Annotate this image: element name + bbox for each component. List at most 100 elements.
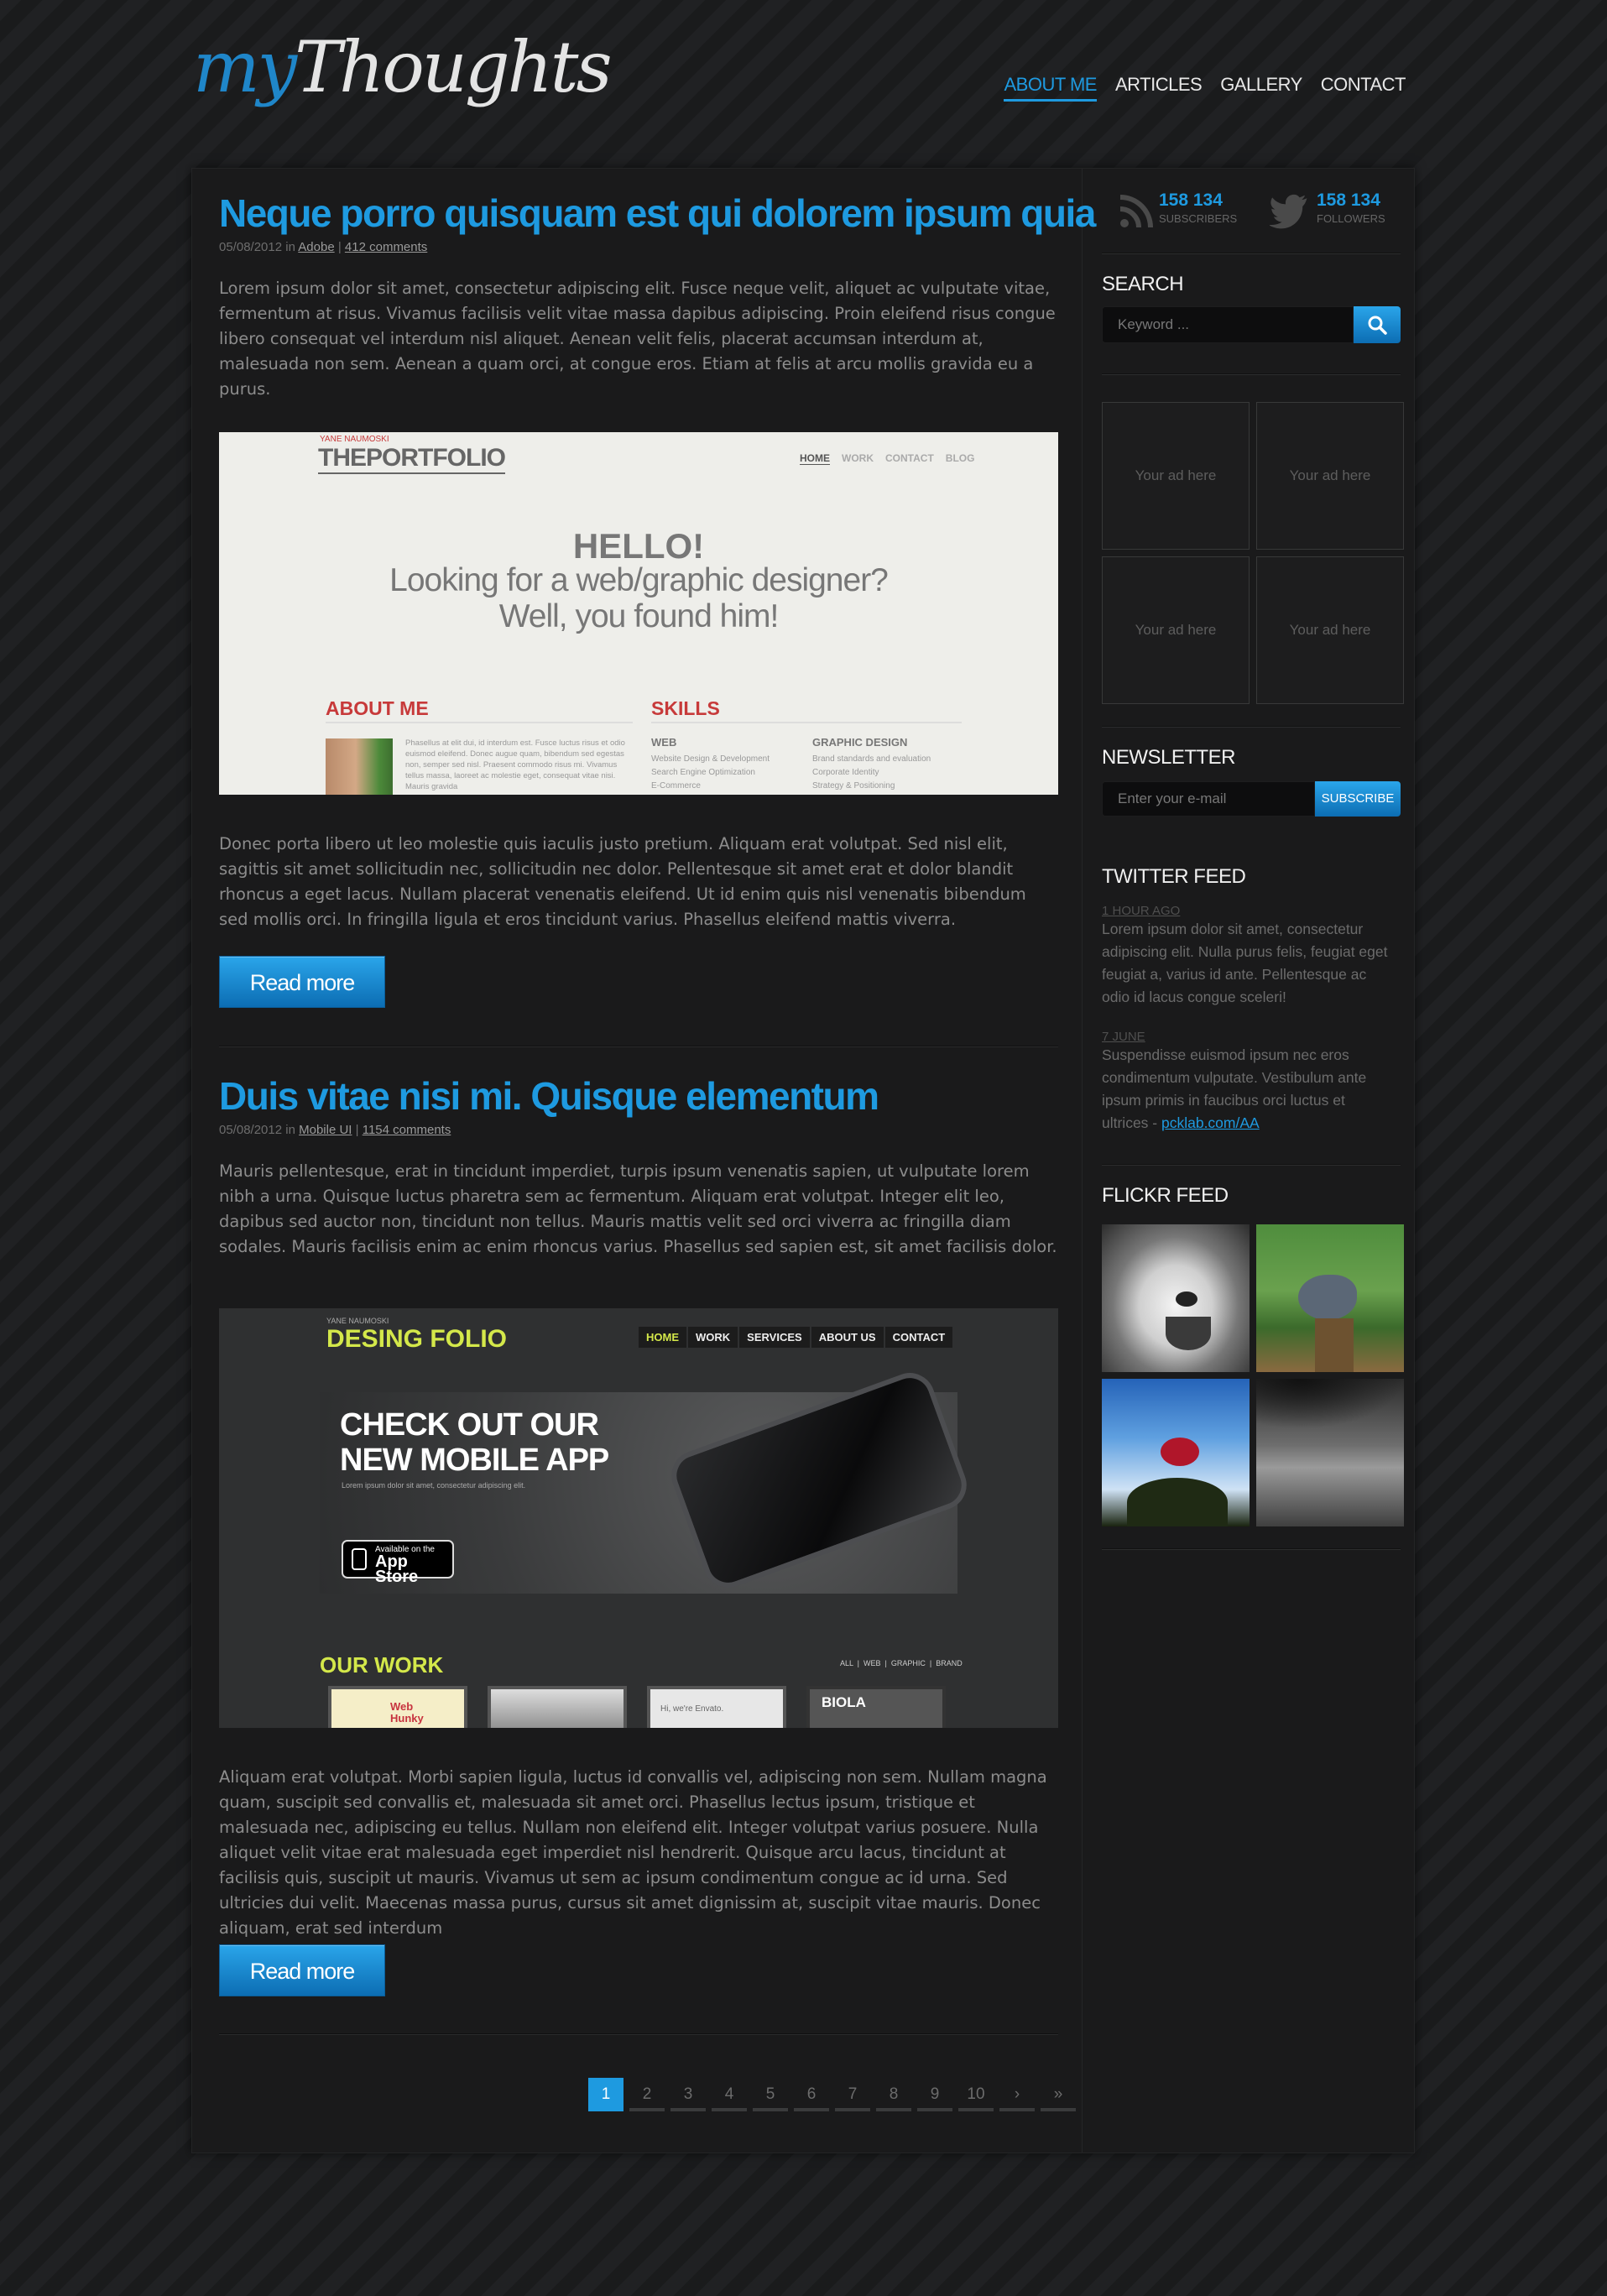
rss-count: 158 134 — [1159, 190, 1223, 210]
page-4[interactable]: 4 — [712, 2078, 747, 2111]
post-comments-link[interactable]: 412 comments — [345, 240, 427, 254]
app-store-big: App Store — [375, 1552, 419, 1586]
work-thumb-label: Web Hunky — [390, 1700, 424, 1725]
twitter-count: 158 134 — [1317, 190, 1380, 210]
tweet-date[interactable]: 7 JUNE — [1102, 1030, 1396, 1044]
ad-slot[interactable]: Your ad here — [1102, 402, 1250, 550]
image-skills-title: SKILLS — [651, 697, 962, 723]
newsletter-email-input[interactable]: Enter your e-mail — [1102, 781, 1315, 817]
last-page-button[interactable]: » — [1041, 2078, 1076, 2111]
post-comments-link[interactable]: 1154 comments — [363, 1123, 451, 1137]
phone-image — [664, 1365, 974, 1595]
tweet: 7 JUNE Suspendisse euismod ipsum nec ero… — [1102, 1030, 1396, 1135]
sidebar-divider — [1102, 253, 1401, 254]
image-our-work: OUR WORK — [320, 1652, 444, 1678]
flickr-photo-pigeon[interactable] — [1256, 1224, 1404, 1372]
page-9[interactable]: 9 — [917, 2078, 952, 2111]
post-title[interactable]: Duis vitae nisi mi. Quisque elementum — [219, 1075, 1058, 1118]
image-brand: THEPORTFOLIO — [318, 444, 506, 474]
page-6[interactable]: 6 — [794, 2078, 829, 2111]
post-date: 05/08/2012 — [219, 239, 283, 254]
nav-contact[interactable]: CONTACT — [1321, 74, 1406, 102]
tweet-text: Lorem ipsum dolor sit amet, consectetur … — [1102, 921, 1388, 1005]
nav-about-me[interactable]: ABOUT ME — [1004, 74, 1097, 102]
sidebar-divider — [1102, 726, 1401, 728]
rss-icon — [1119, 195, 1153, 228]
page-1[interactable]: 1 — [588, 2078, 623, 2111]
read-more-button[interactable]: Read more — [219, 1944, 385, 1996]
app-store-badge[interactable]: Available on the App Store — [342, 1540, 454, 1585]
image-hero: CHECK OUT OUR NEW MOBILE APP Lorem ipsum… — [320, 1365, 974, 1595]
work-thumb: Hi, we're Envato. — [647, 1686, 786, 1728]
post-title[interactable]: Neque porro quisquam est qui dolorem ips… — [219, 192, 1096, 235]
page-8[interactable]: 8 — [876, 2078, 911, 2111]
skill-item: Corporate Identity — [812, 768, 879, 777]
image-line2: Well, you found him! — [498, 598, 780, 634]
skill-item: Brand standards and evaluation — [812, 754, 931, 764]
content-panel: Neque porro quisquam est qui dolorem ips… — [191, 168, 1415, 2153]
image-hero-line2: NEW MOBILE APP — [340, 1443, 609, 1478]
search-button[interactable] — [1354, 306, 1401, 343]
rss-counter[interactable]: 158 134 SUBSCRIBERS — [1110, 190, 1244, 232]
flickr-photo-lake[interactable] — [1256, 1379, 1404, 1526]
nav-articles[interactable]: ARTICLES — [1115, 74, 1203, 102]
image-nav-item: WORK — [688, 1327, 738, 1348]
search-input[interactable]: Keyword ... — [1102, 306, 1354, 343]
work-thumb: Web Hunky — [328, 1686, 467, 1728]
image-nav-item: HOME — [639, 1327, 686, 1348]
work-thumb-label: Hi, we're Envato. — [660, 1704, 724, 1714]
main-nav: ABOUT ME ARTICLES GALLERY CONTACT — [985, 74, 1406, 102]
image-hello: HELLO! — [572, 526, 705, 566]
logo-my: my — [193, 26, 297, 108]
twitter-bird-icon — [1270, 194, 1307, 229]
subscribe-button[interactable]: SUBSCRIBE — [1315, 781, 1401, 817]
nav-gallery[interactable]: GALLERY — [1220, 74, 1302, 102]
skill-item: Strategy & Positioning — [812, 781, 895, 791]
ad-slot[interactable]: Your ad here — [1256, 402, 1404, 550]
post-image[interactable]: YANE NAUMOSKI THEPORTFOLIO HOME WORK CON… — [219, 432, 1058, 795]
page-2[interactable]: 2 — [629, 2078, 665, 2111]
work-thumb — [488, 1686, 627, 1728]
post-divider — [219, 2033, 1058, 2035]
post-outro: Donec porta libero ut leo molestie quis … — [219, 834, 1026, 929]
site-logo[interactable]: myThoughts — [193, 32, 613, 102]
site-header: myThoughts ABOUT ME ARTICLES GALLERY CON… — [0, 0, 1607, 168]
post-meta: 05/08/2012 in Mobile UI | 1154 comments — [219, 1123, 1058, 1137]
page-7[interactable]: 7 — [835, 2078, 870, 2111]
newsletter-form: Enter your e-mail SUBSCRIBE — [1102, 781, 1401, 817]
skill-item: Search Engine Optimization — [651, 768, 755, 777]
skill-item: Website Design & Development — [651, 754, 770, 764]
page-5[interactable]: 5 — [753, 2078, 788, 2111]
leaves-shape — [1127, 1478, 1228, 1526]
page-3[interactable]: 3 — [670, 2078, 706, 2111]
post-category-link[interactable]: Mobile UI — [299, 1123, 352, 1137]
image-nav-item: WORK — [842, 452, 874, 464]
post-intro: Lorem ipsum dolor sit amet, consectetur … — [219, 278, 1056, 399]
ad-slot[interactable]: Your ad here — [1256, 556, 1404, 704]
post-category-link[interactable]: Adobe — [298, 240, 334, 254]
tweet: 1 HOUR AGO Lorem ipsum dolor sit amet, c… — [1102, 904, 1396, 1009]
tweet-text: Suspendisse euismod ipsum nec eros condi… — [1102, 1044, 1396, 1135]
image-nav-item: BLOG — [945, 452, 975, 464]
post-image[interactable]: YANE NAUMOSKI DESING FOLIO HOME WORK SER… — [219, 1308, 1058, 1728]
ad-slot[interactable]: Your ad here — [1102, 556, 1250, 704]
read-more-button[interactable]: Read more — [219, 956, 385, 1008]
tweet-link[interactable]: pcklab.com/AA — [1161, 1114, 1260, 1131]
pigeon-shape — [1298, 1275, 1357, 1320]
image-author: YANE NAUMOSKI — [320, 435, 389, 444]
image-nav: HOME WORK SERVICES ABOUT US CONTACT — [639, 1327, 953, 1348]
flickr-photo-flower[interactable] — [1102, 1379, 1250, 1526]
twitter-counter[interactable]: 158 134 FOLLOWERS — [1261, 190, 1396, 232]
meta-separator: | — [337, 239, 342, 254]
tweet-date[interactable]: 1 HOUR AGO — [1102, 904, 1396, 918]
rss-label: SUBSCRIBERS — [1159, 212, 1238, 225]
pagination: 1 2 3 4 5 6 7 8 9 10 › » — [588, 2078, 1076, 2111]
post: Neque porro quisquam est qui dolorem ips… — [219, 192, 1096, 402]
search-title: SEARCH — [1102, 273, 1184, 295]
apple-icon — [352, 1548, 367, 1570]
post: Duis vitae nisi mi. Quisque elementum 05… — [219, 1075, 1058, 1260]
flickr-photo-dog[interactable] — [1102, 1224, 1250, 1372]
image-filters: ALL | WEB | GRAPHIC | BRAND — [840, 1659, 963, 1667]
page-10[interactable]: 10 — [958, 2078, 994, 2111]
next-page-button[interactable]: › — [999, 2078, 1035, 2111]
